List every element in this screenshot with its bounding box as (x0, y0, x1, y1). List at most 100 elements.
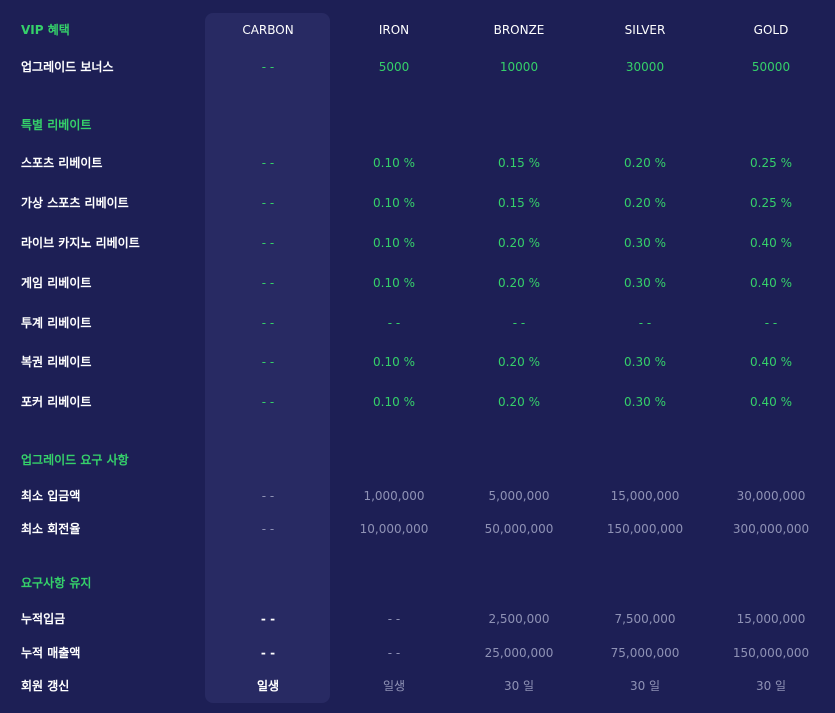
gold-value: 0.25 % (750, 156, 792, 170)
silver-value: 150,000,000 (606, 522, 684, 536)
tier-silver: SILVER (624, 23, 666, 37)
bronze-value: 0.20 % (498, 355, 540, 369)
iron-value: 1,000,000 (363, 489, 425, 503)
gold-value: 0.25 % (750, 196, 792, 210)
gold-value: 0.40 % (750, 276, 792, 290)
row-label: 업그레이드 보너스 (21, 60, 114, 74)
tier-carbon: CARBON (242, 23, 294, 37)
silver-value: 0.20 % (624, 196, 666, 210)
bronze-value: 0.20 % (498, 276, 540, 290)
row-label: 라이브 카지노 리베이트 (21, 236, 140, 250)
carbon-value: - - (260, 646, 276, 660)
bronze-value: 0.20 % (498, 395, 540, 409)
carbon-value: - - (260, 612, 276, 626)
cumulative-deposit-row: 누적입금 - - - - 2,500,000 7,500,000 15,000,… (0, 607, 835, 631)
tier-gold: GOLD (753, 23, 789, 37)
row-label: 회원 갱신 (21, 679, 70, 693)
iron-value: 0.10 % (373, 236, 415, 250)
gold-value: 30,000,000 (736, 489, 806, 503)
iron-value: 5000 (378, 60, 410, 74)
carbon-value: - - (261, 196, 275, 210)
gold-value: 150,000,000 (732, 646, 810, 660)
iron-value: 0.10 % (373, 156, 415, 170)
row-label: 게임 리베이트 (21, 276, 92, 290)
silver-value: 0.30 % (624, 355, 666, 369)
membership-renewal-row: 회원 갱신 일생 일생 30 일 30 일 30 일 (0, 674, 835, 698)
carbon-value: - - (261, 236, 275, 250)
bronze-value: 50,000,000 (484, 522, 554, 536)
silver-value: 0.30 % (624, 276, 666, 290)
carbon-value: 일생 (256, 679, 280, 693)
gold-value: 0.40 % (750, 355, 792, 369)
carbon-value: - - (261, 522, 275, 536)
silver-value: 15,000,000 (610, 489, 680, 503)
bronze-value: 5,000,000 (488, 489, 550, 503)
carbon-value: - - (261, 316, 275, 330)
sports-rebate-row: 스포츠 리베이트 - - 0.10 % 0.15 % 0.20 % 0.25 % (0, 151, 835, 175)
iron-value: - - (387, 646, 401, 660)
gold-value: 30 일 (755, 679, 787, 693)
carbon-value: - - (261, 156, 275, 170)
vip-benefits-title: VIP 혜택 (21, 23, 70, 37)
row-label: 최소 입금액 (21, 489, 81, 503)
silver-value: 30 일 (629, 679, 661, 693)
carbon-value: - - (261, 60, 275, 74)
upgrade-bonus-row: 업그레이드 보너스 - - 5000 10000 30000 50000 (0, 55, 835, 79)
special-rebate-section: 특별 리베이트 (0, 113, 835, 137)
tier-bronze: BRONZE (493, 23, 545, 37)
silver-value: 0.30 % (624, 236, 666, 250)
row-label: 가상 스포츠 리베이트 (21, 196, 129, 210)
silver-value: 0.30 % (624, 395, 666, 409)
row-label: 투계 리베이트 (21, 316, 92, 330)
min-turnover-row: 최소 회전율 - - 10,000,000 50,000,000 150,000… (0, 517, 835, 541)
iron-value: 10,000,000 (359, 522, 429, 536)
maintain-requirements-section: 요구사항 유지 (0, 571, 835, 595)
bronze-value: 10000 (499, 60, 539, 74)
row-label: 스포츠 리베이트 (21, 156, 103, 170)
section-title: 요구사항 유지 (21, 576, 92, 590)
tier-header-row: VIP 혜택 CARBON IRON BRONZE SILVER GOLD (0, 18, 835, 42)
min-deposit-row: 최소 입금액 - - 1,000,000 5,000,000 15,000,00… (0, 484, 835, 508)
gold-value: 15,000,000 (736, 612, 806, 626)
section-title: 업그레이드 요구 사항 (21, 453, 129, 467)
carbon-value: - - (261, 395, 275, 409)
upgrade-requirements-section: 업그레이드 요구 사항 (0, 448, 835, 472)
row-label: 포커 리베이트 (21, 395, 92, 409)
cumulative-sales-row: 누적 매출액 - - - - 25,000,000 75,000,000 150… (0, 641, 835, 665)
virtual-sports-rebate-row: 가상 스포츠 리베이트 - - 0.10 % 0.15 % 0.20 % 0.2… (0, 191, 835, 215)
poker-rebate-row: 포커 리베이트 - - 0.10 % 0.20 % 0.30 % 0.40 % (0, 390, 835, 414)
gold-value: 50000 (751, 60, 791, 74)
row-label: 누적입금 (21, 612, 66, 626)
bronze-value: 0.15 % (498, 156, 540, 170)
iron-value: - - (387, 316, 401, 330)
tier-iron: IRON (378, 23, 410, 37)
iron-value: 0.10 % (373, 276, 415, 290)
silver-value: 7,500,000 (614, 612, 676, 626)
silver-value: 30000 (625, 60, 665, 74)
carbon-value: - - (261, 355, 275, 369)
bronze-value: 2,500,000 (488, 612, 550, 626)
iron-value: 일생 (382, 679, 406, 693)
gold-value: 0.40 % (750, 395, 792, 409)
iron-value: - - (387, 612, 401, 626)
gold-value: 0.40 % (750, 236, 792, 250)
iron-value: 0.10 % (373, 355, 415, 369)
bronze-value: 0.15 % (498, 196, 540, 210)
bronze-value: 30 일 (503, 679, 535, 693)
section-title: 특별 리베이트 (21, 118, 92, 132)
carbon-value: - - (261, 276, 275, 290)
cockfight-rebate-row: 투계 리베이트 - - - - - - - - - - (0, 311, 835, 335)
row-label: 최소 회전율 (21, 522, 81, 536)
silver-value: - - (638, 316, 652, 330)
silver-value: 75,000,000 (610, 646, 680, 660)
row-label: 복권 리베이트 (21, 355, 92, 369)
iron-value: 0.10 % (373, 395, 415, 409)
carbon-value: - - (261, 489, 275, 503)
bronze-value: 25,000,000 (484, 646, 554, 660)
lottery-rebate-row: 복권 리베이트 - - 0.10 % 0.20 % 0.30 % 0.40 % (0, 350, 835, 374)
live-casino-rebate-row: 라이브 카지노 리베이트 - - 0.10 % 0.20 % 0.30 % 0.… (0, 231, 835, 255)
silver-value: 0.20 % (624, 156, 666, 170)
gold-value: - - (764, 316, 778, 330)
iron-value: 0.10 % (373, 196, 415, 210)
bronze-value: - - (512, 316, 526, 330)
